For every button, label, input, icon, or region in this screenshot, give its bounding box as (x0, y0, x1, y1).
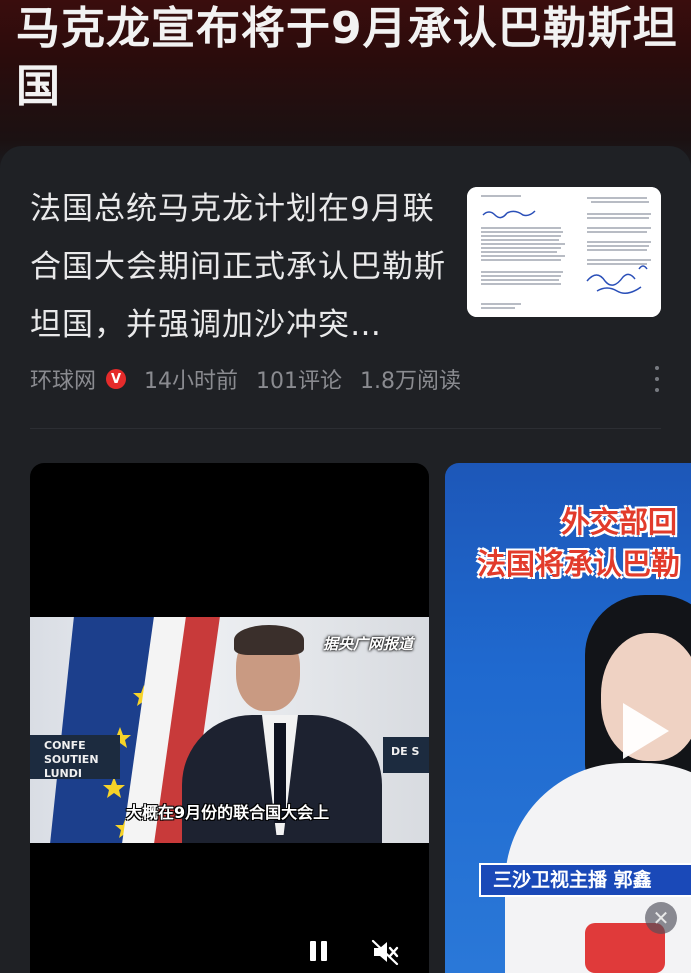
pause-icon[interactable] (310, 941, 330, 963)
video-source-tag: 据央广网报道 (323, 635, 414, 653)
article-thumbnail[interactable] (467, 187, 661, 317)
play-icon[interactable] (623, 703, 669, 759)
document-thumbnail-image (467, 187, 661, 317)
publish-time: 14小时前 (144, 369, 239, 394)
divider (30, 428, 661, 429)
video-player-main[interactable]: CONFE SOUTIEN LUNDI DE S 据央广网报道 大概在9月份的联… (30, 463, 429, 973)
verified-icon: V (106, 369, 127, 389)
comment-count[interactable]: 101评论 (256, 363, 342, 395)
read-count: 1.8万阅读 (360, 369, 462, 394)
news-feed-page: 马克龙宣布将于9月承认巴勒斯坦国 法国总统马克龙计划在9月联合国大会期间正式承认… (0, 0, 691, 973)
anchor-caption: 三沙卫视主播 郭鑫 (479, 863, 691, 897)
more-vertical-icon[interactable] (646, 366, 668, 392)
video2-title-line1: 外交部回 (561, 505, 678, 539)
video2-title-line2: 法国将承认巴勒 (477, 547, 681, 581)
source-group[interactable]: 环球网 V (30, 363, 127, 395)
page-title: 马克龙宣布将于9月承认巴勒斯坦国 (16, 3, 678, 112)
video-subtitle: 大概在9月份的联合国大会上 (126, 803, 330, 822)
video-player-second[interactable]: 外交部回 法国将承认巴勒 三沙卫视主播 郭鑫 (445, 463, 691, 973)
close-icon[interactable]: ✕ (645, 902, 677, 934)
article-meta: 环球网 V 14小时前 101评论 1.8万阅读 (30, 361, 461, 397)
mute-icon[interactable] (370, 937, 400, 967)
stage-sign-right: DE S (383, 737, 429, 773)
video-frame: CONFE SOUTIEN LUNDI DE S 据央广网报道 大概在9月份的联… (30, 617, 429, 843)
stage-sign-left: CONFE SOUTIEN LUNDI (30, 735, 120, 780)
article-headline[interactable]: 法国总统马克龙计划在9月联合国大会期间正式承认巴勒斯坦国，并强调加沙冲突… (30, 180, 450, 354)
source-name[interactable]: 环球网 (30, 363, 96, 395)
